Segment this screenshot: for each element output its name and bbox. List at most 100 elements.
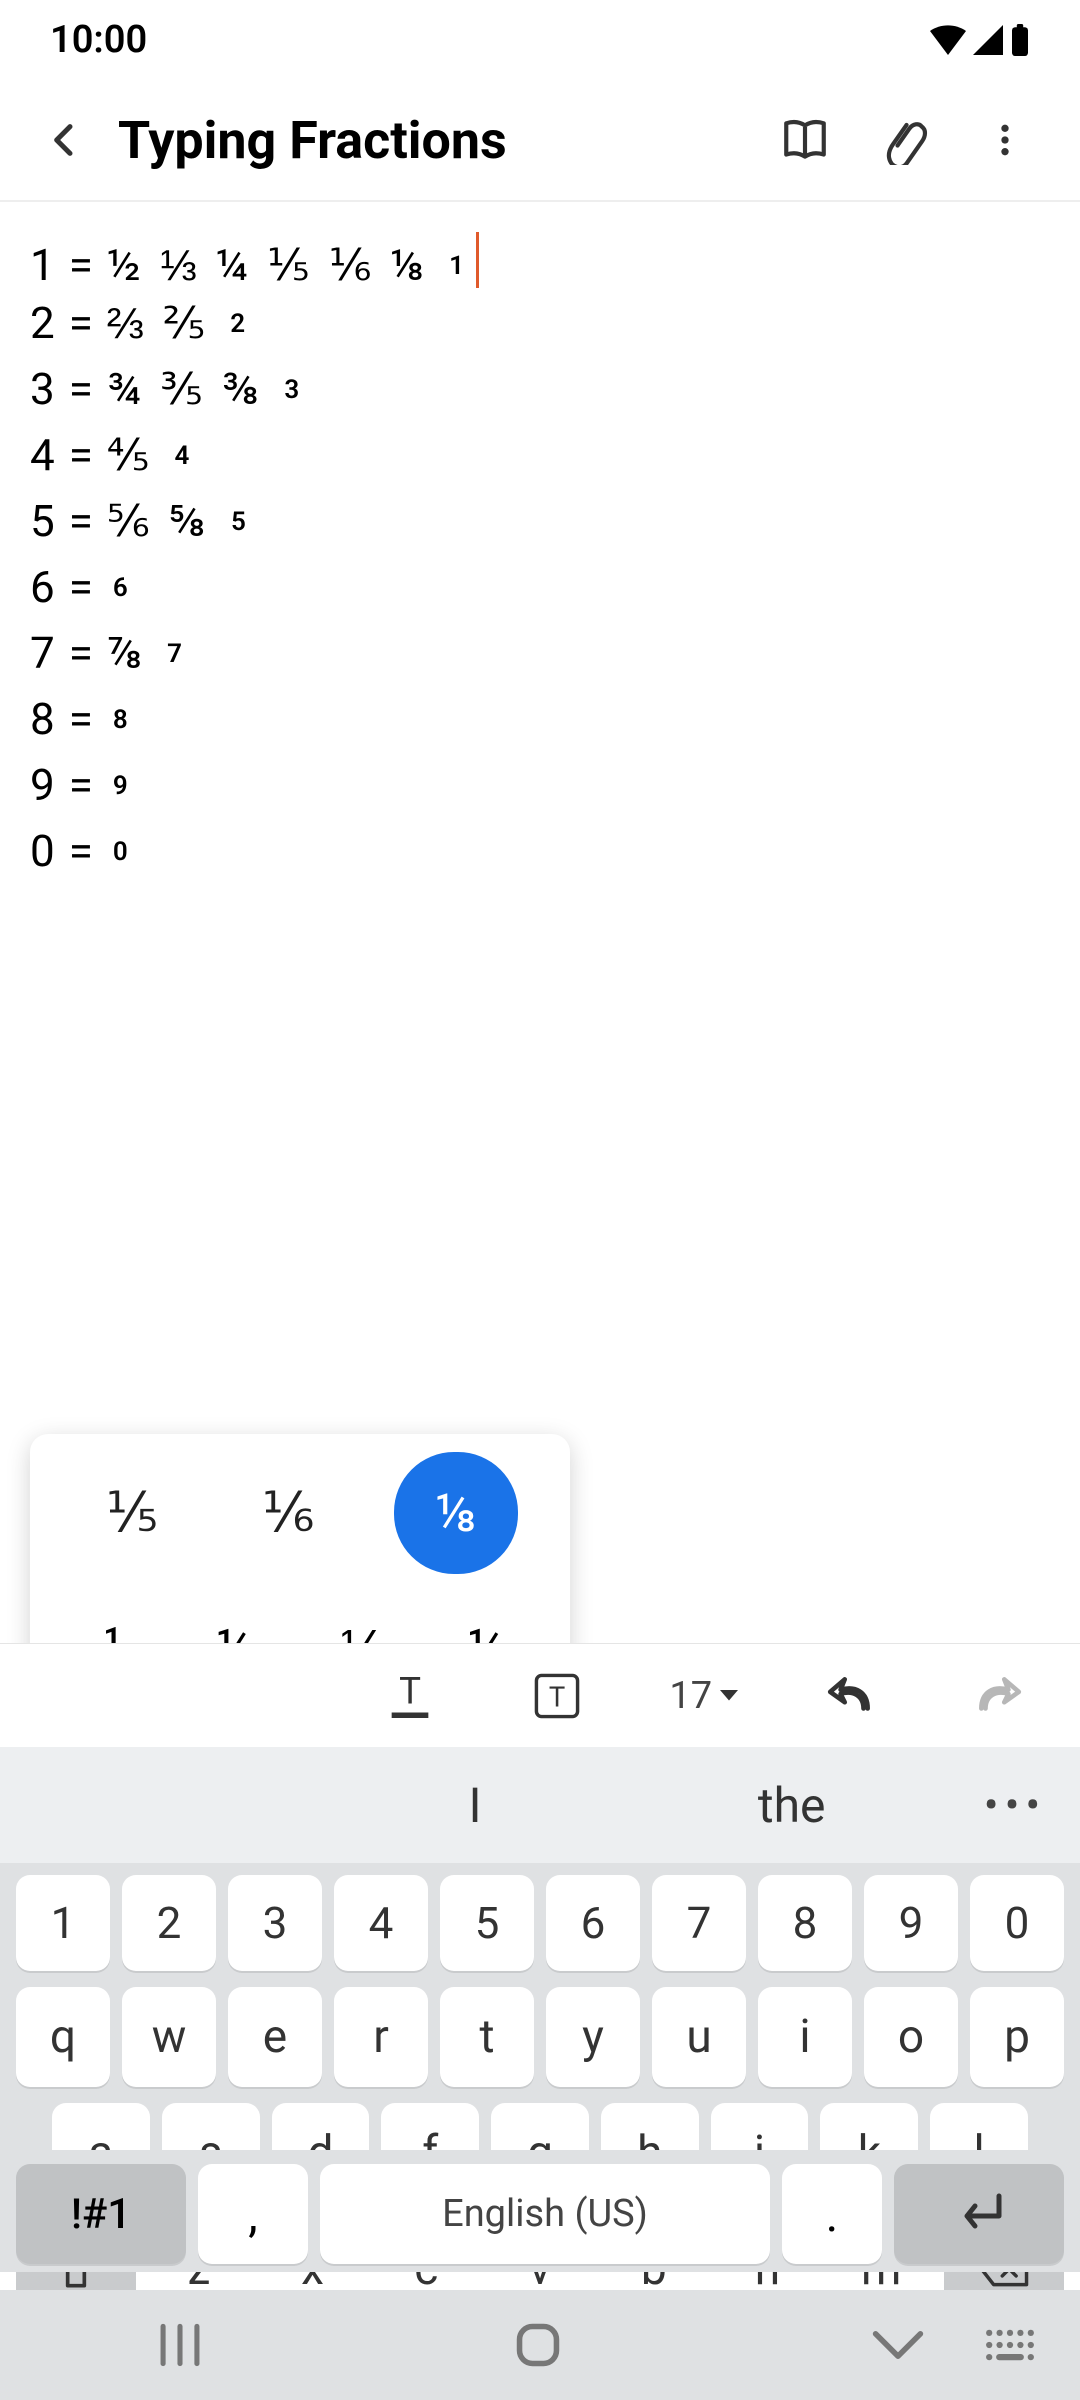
key-7[interactable]: 7 [652, 1875, 746, 1971]
key-5[interactable]: 5 [440, 1875, 534, 1971]
key-4[interactable]: 4 [334, 1875, 428, 1971]
popup-key[interactable]: ⅕ [82, 1463, 182, 1563]
text-bg-button[interactable]: T [492, 1672, 621, 1720]
superscript-char: 6 [113, 569, 128, 608]
fraction-char: ⅚ [107, 488, 149, 554]
fraction-char: ⅔ [107, 290, 143, 356]
key-i[interactable]: i [758, 1987, 852, 2087]
space-key[interactable]: English (US) [320, 2164, 770, 2264]
paperclip-icon [880, 115, 930, 165]
battery-icon [1010, 24, 1030, 56]
content-line: 0=0 [30, 818, 1050, 884]
suggestion-2[interactable]: I [317, 1777, 634, 1834]
key-row-numbers: 1234567890 [16, 1875, 1064, 1971]
popup-key[interactable]: ⅙ [238, 1463, 338, 1563]
fraction-char: ⅙ [329, 232, 371, 298]
superscript-char: 4 [175, 437, 190, 476]
content-line: 6=6 [30, 554, 1050, 620]
fraction-char: ¼ [216, 232, 247, 298]
equals-sign: = [69, 290, 93, 356]
key-3[interactable]: 3 [228, 1875, 322, 1971]
fraction-char: ⅝ [169, 488, 205, 554]
attach-button[interactable] [860, 105, 950, 175]
fraction-char: ¾ [107, 356, 140, 422]
suggestion-more[interactable]: ••• [950, 1779, 1080, 1831]
key-o[interactable]: o [864, 1987, 958, 2087]
key-8[interactable]: 8 [758, 1875, 852, 1971]
undo-button[interactable] [786, 1674, 915, 1718]
fraction-char: ⅖ [163, 290, 205, 356]
fraction-char: ⅞ [107, 620, 141, 686]
equals-sign: = [69, 356, 93, 422]
equals-sign: = [69, 554, 93, 620]
keyboard-icon [984, 2327, 1036, 2363]
enter-icon [951, 2192, 1007, 2236]
recents-button[interactable] [154, 2323, 206, 2367]
fraction-char: ⅛ [390, 232, 423, 298]
chevron-down-icon [870, 2327, 926, 2363]
superscript-char: 9 [113, 767, 128, 806]
popup-key[interactable]: ⅛ [394, 1452, 518, 1574]
equals-sign: = [69, 422, 93, 488]
key-t[interactable]: t [440, 1987, 534, 2087]
home-button[interactable] [514, 2321, 562, 2369]
suggestion-bar: I the ••• [0, 1747, 1080, 1863]
page-title: Typing Fractions [110, 110, 750, 171]
comma-key[interactable]: , [198, 2164, 308, 2264]
fraction-char: ⅓ [160, 232, 196, 298]
key-y[interactable]: y [546, 1987, 640, 2087]
equals-sign: = [69, 686, 93, 752]
editor-content[interactable]: 1=½⅓¼⅕⅙⅛12=⅔⅖23=¾⅗⅜34=⅘45=⅚⅝56=67=⅞78=89… [0, 202, 1080, 884]
key-u[interactable]: u [652, 1987, 746, 2087]
key-9[interactable]: 9 [864, 1875, 958, 1971]
equals-sign: = [69, 752, 93, 818]
font-size-picker[interactable]: 17 [639, 1674, 768, 1718]
line-lead: 1 [30, 232, 55, 298]
line-lead: 6 [30, 554, 55, 620]
content-line: 5=⅚⅝5 [30, 488, 1050, 554]
superscript-char: 0 [113, 833, 128, 872]
reader-mode-button[interactable] [760, 105, 850, 175]
key-e[interactable]: e [228, 1987, 322, 2087]
line-lead: 9 [30, 752, 55, 818]
system-navbar [0, 2290, 1080, 2400]
key-6[interactable]: 6 [546, 1875, 640, 1971]
more-button[interactable] [960, 105, 1050, 175]
text-color-icon: T [388, 1670, 432, 1722]
superscript-char: 1 [449, 247, 464, 286]
suggestion-3[interactable]: the [633, 1777, 950, 1834]
period-key[interactable]: . [782, 2164, 882, 2264]
key-p[interactable]: p [970, 1987, 1064, 2087]
wifi-icon [930, 25, 966, 55]
key-w[interactable]: w [122, 1987, 216, 2087]
font-size-value: 17 [669, 1674, 712, 1718]
superscript-char: 5 [231, 503, 246, 542]
line-lead: 4 [30, 422, 55, 488]
line-lead: 3 [30, 356, 55, 422]
redo-button[interactable] [933, 1674, 1062, 1718]
key-r[interactable]: r [334, 1987, 428, 2087]
text-color-button[interactable]: T [345, 1670, 474, 1722]
caret-down-icon [720, 1690, 738, 1702]
back-button[interactable] [30, 105, 100, 175]
keyboard-switch-button[interactable] [984, 2327, 1036, 2363]
equals-sign: = [69, 488, 93, 554]
symbols-key[interactable]: !#1 [16, 2164, 186, 2264]
key-2[interactable]: 2 [122, 1875, 216, 1971]
key-row-bottom: !#1 , English (US) . [0, 2150, 1080, 2272]
content-line: 9=9 [30, 752, 1050, 818]
superscript-char: 2 [230, 305, 245, 344]
line-lead: 7 [30, 620, 55, 686]
enter-key[interactable] [894, 2164, 1064, 2264]
superscript-char: 3 [284, 371, 299, 410]
svg-text:T: T [399, 1670, 421, 1712]
key-row-1: qwertyuiop [16, 1987, 1064, 2087]
key-q[interactable]: q [16, 1987, 110, 2087]
fraction-char: ½ [107, 232, 140, 298]
key-1[interactable]: 1 [16, 1875, 110, 1971]
more-vert-icon [985, 120, 1025, 160]
key-0[interactable]: 0 [970, 1875, 1064, 1971]
back-nav-button[interactable] [870, 2327, 926, 2363]
chevron-left-icon [45, 120, 85, 160]
fraction-char: ⅜ [222, 356, 259, 422]
